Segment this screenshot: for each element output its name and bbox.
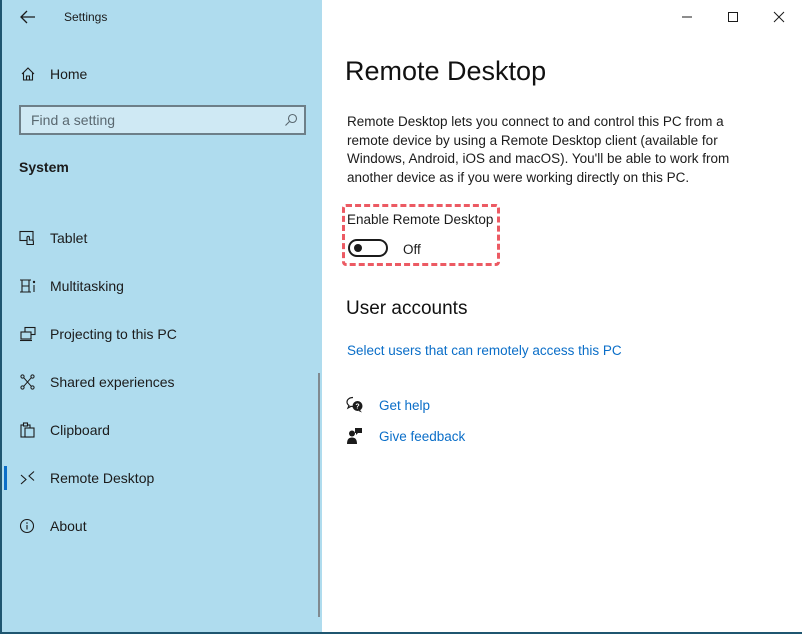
get-help-icon: ? bbox=[346, 396, 363, 413]
sidebar-item-label: Tablet bbox=[50, 230, 88, 246]
projecting-icon bbox=[20, 326, 36, 342]
page-title: Remote Desktop bbox=[345, 56, 547, 86]
main-content: Remote Desktop Remote Desktop lets you c… bbox=[322, 0, 802, 632]
user-accounts-heading: User accounts bbox=[346, 298, 468, 319]
sidebar-item-label: Shared experiences bbox=[50, 374, 175, 390]
search-icon[interactable] bbox=[284, 113, 298, 127]
toggle-label: Enable Remote Desktop bbox=[347, 212, 494, 227]
home-icon bbox=[21, 67, 35, 81]
sidebar-item-label: Remote Desktop bbox=[50, 470, 155, 486]
sidebar-item-label: Home bbox=[50, 66, 88, 82]
caption-buttons bbox=[664, 0, 802, 34]
section-title: System bbox=[19, 159, 69, 175]
close-button[interactable] bbox=[756, 0, 802, 34]
minimize-icon bbox=[682, 16, 692, 18]
sidebar: Settings Home System Tablet bbox=[2, 0, 322, 632]
multitasking-icon bbox=[20, 279, 36, 293]
tablet-icon bbox=[19, 230, 34, 246]
maximize-button[interactable] bbox=[710, 0, 756, 34]
shared-experiences-icon bbox=[20, 374, 35, 390]
give-feedback-icon bbox=[347, 428, 362, 444]
sidebar-item-label: Projecting to this PC bbox=[50, 326, 177, 342]
settings-window: Settings Home System Tablet bbox=[0, 0, 802, 634]
sidebar-item-home[interactable]: Home bbox=[2, 60, 322, 88]
search-box[interactable] bbox=[19, 105, 306, 135]
get-help-link[interactable]: Get help bbox=[379, 398, 430, 413]
toggle-state: Off bbox=[403, 242, 421, 257]
sidebar-item-label: Clipboard bbox=[50, 422, 110, 438]
app-title: Settings bbox=[64, 10, 108, 24]
sidebar-item-shared-experiences[interactable]: Shared experiences bbox=[2, 362, 318, 402]
clipboard-icon bbox=[20, 422, 35, 438]
sidebar-scrollbar[interactable] bbox=[318, 373, 320, 617]
sidebar-item-clipboard[interactable]: Clipboard bbox=[2, 410, 318, 450]
close-icon bbox=[773, 11, 785, 23]
maximize-icon bbox=[728, 12, 738, 22]
search-input[interactable] bbox=[21, 107, 281, 133]
back-button[interactable] bbox=[16, 6, 40, 28]
sidebar-item-remote-desktop[interactable]: Remote Desktop bbox=[2, 458, 318, 498]
sidebar-item-label: Multitasking bbox=[50, 278, 124, 294]
toggle-knob bbox=[354, 244, 362, 252]
sidebar-item-multitasking[interactable]: Multitasking bbox=[2, 266, 318, 306]
back-arrow-icon bbox=[20, 10, 35, 24]
description: Remote Desktop lets you connect to and c… bbox=[347, 114, 730, 185]
sidebar-item-about[interactable]: About bbox=[2, 506, 318, 546]
select-users-link[interactable]: Select users that can remotely access th… bbox=[347, 343, 622, 358]
title-bar: Settings bbox=[2, 0, 322, 36]
sidebar-item-label: About bbox=[50, 518, 87, 534]
info-icon bbox=[19, 518, 35, 534]
svg-text:?: ? bbox=[355, 404, 359, 411]
active-indicator bbox=[4, 466, 7, 490]
remote-desktop-icon bbox=[20, 471, 35, 485]
minimize-button[interactable] bbox=[664, 0, 710, 34]
sidebar-item-tablet[interactable]: Tablet bbox=[2, 218, 318, 258]
give-feedback-link[interactable]: Give feedback bbox=[379, 429, 465, 444]
sidebar-item-projecting[interactable]: Projecting to this PC bbox=[2, 314, 318, 354]
enable-remote-desktop-toggle[interactable] bbox=[348, 239, 388, 257]
